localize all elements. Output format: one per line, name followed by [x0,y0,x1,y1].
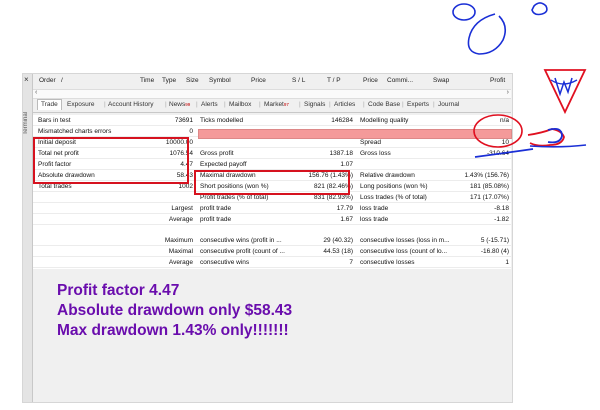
pen-underline-mark [474,148,534,158]
pen-scribble-mark [554,77,573,97]
annotation-max-drawdown: Max drawdown 1.43% only!!!!!!! [57,322,289,339]
pen-annotations [452,2,587,158]
annotation-profit-factor: Profit factor 4.47 [57,282,180,299]
annotation-absolute-drawdown: Absolute drawdown only $58.43 [57,302,293,319]
pen-circle-mark [452,3,476,21]
pen-loop-mark [531,2,548,16]
pen-scribble-mark [467,13,507,55]
warning-triangle-icon [543,69,587,115]
pen-scribble-mark [527,128,565,147]
pen-circle-mark [473,114,523,148]
pen-scribble-mark [547,127,563,144]
